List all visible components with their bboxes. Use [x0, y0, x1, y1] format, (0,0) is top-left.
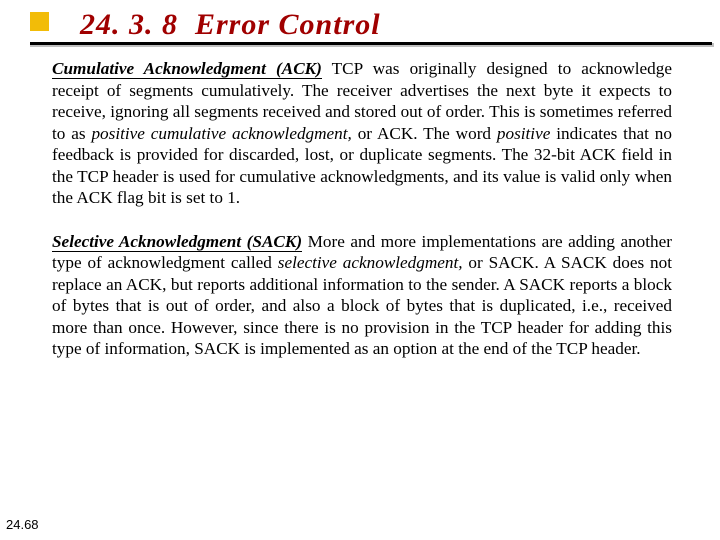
para2-lead: Selective Acknowledgment (SACK) — [52, 232, 302, 252]
body-text: Cumulative Acknowledgment (ACK) TCP was … — [52, 58, 672, 382]
heading-title: Error Control — [195, 8, 381, 41]
para1-t2: or ACK. The word — [352, 124, 497, 143]
horizontal-rule-icon — [30, 42, 712, 45]
heading-area: 24. 3. 8 Error Control — [0, 0, 720, 42]
paragraph-sack: Selective Acknowledgment (SACK) More and… — [52, 231, 672, 360]
para2-em1: selective acknowledgment, — [278, 253, 463, 272]
para1-em1: positive cumulative acknowledgment, — [91, 124, 351, 143]
page-number: 24.68 — [6, 517, 39, 532]
accent-square-icon — [30, 12, 49, 31]
paragraph-ack: Cumulative Acknowledgment (ACK) TCP was … — [52, 58, 672, 209]
para1-lead: Cumulative Acknowledgment (ACK) — [52, 59, 322, 79]
heading-number: 24. 3. 8 — [80, 8, 178, 41]
para1-em2: positive — [497, 124, 550, 143]
slide-heading: 24. 3. 8 Error Control — [80, 8, 720, 42]
